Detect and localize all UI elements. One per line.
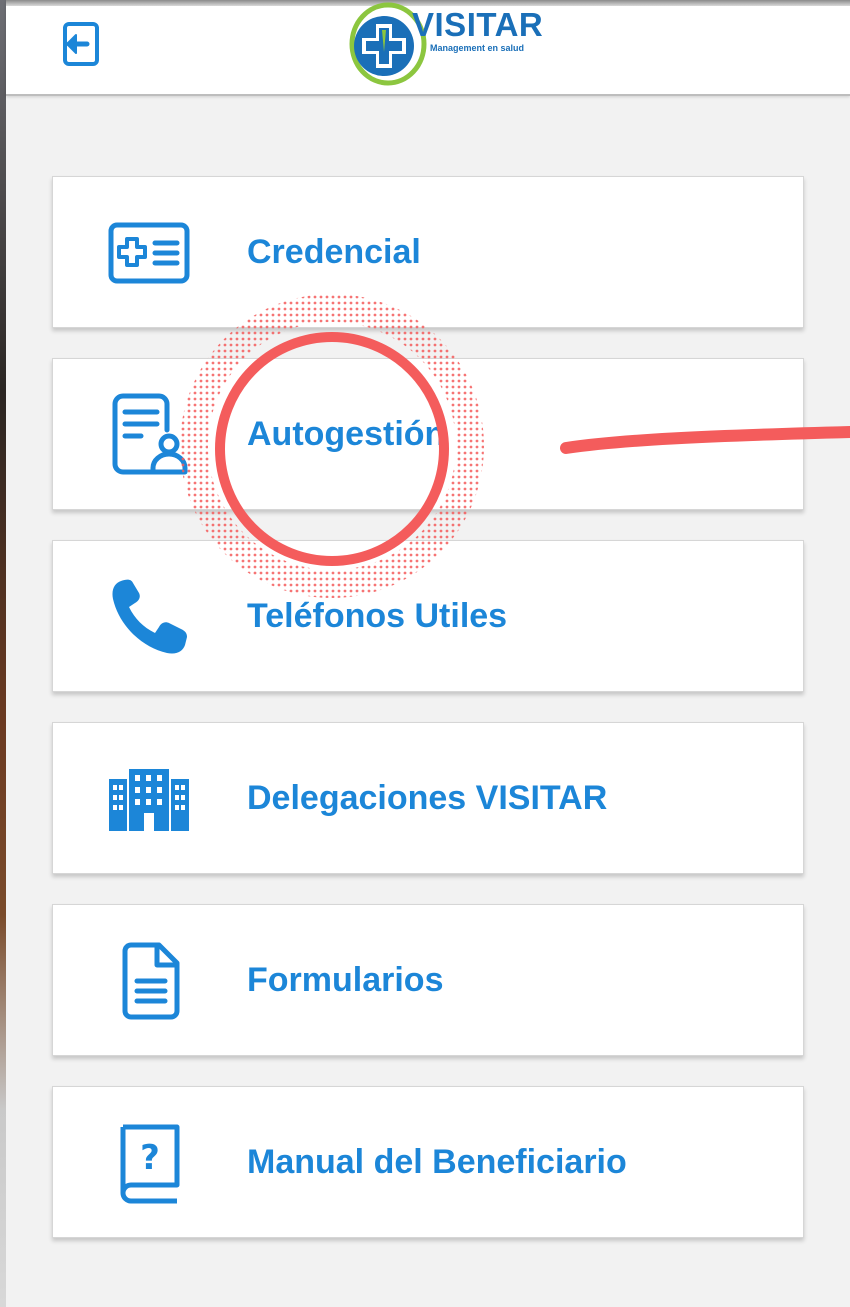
logo-tagline: Management en salud	[430, 43, 525, 53]
logo-text: VISITAR	[412, 6, 544, 43]
svg-text:?: ?	[140, 1138, 160, 1178]
app-header: VISITAR Management en salud	[6, 0, 850, 96]
phone-icon	[107, 579, 191, 654]
logout-button[interactable]	[54, 18, 106, 70]
menu-item-label: Manual del Beneficiario	[247, 1143, 627, 1181]
menu-item-manual[interactable]: ? Manual del Beneficiario	[52, 1086, 804, 1238]
menu-item-label: Delegaciones VISITAR	[247, 779, 608, 817]
help-book-icon: ?	[107, 1124, 191, 1204]
menu-item-label: Teléfonos Utiles	[247, 597, 508, 635]
document-user-icon	[107, 393, 191, 475]
menu-item-telefonos[interactable]: Teléfonos Utiles	[52, 540, 804, 692]
menu-item-label: Autogestión	[247, 415, 446, 453]
document-icon	[107, 942, 191, 1020]
menu-item-delegaciones[interactable]: Delegaciones VISITAR	[52, 722, 804, 874]
medical-card-icon	[107, 217, 191, 289]
logout-icon	[63, 22, 99, 66]
building-icon	[107, 763, 191, 835]
menu-item-credencial[interactable]: Credencial	[52, 176, 804, 328]
menu-item-autogestion[interactable]: Autogestión	[52, 358, 804, 510]
menu-item-label: Formularios	[247, 961, 444, 999]
app-screen: VISITAR Management en salud Credencial A…	[6, 0, 850, 1307]
menu-item-label: Credencial	[247, 233, 421, 271]
menu-item-formularios[interactable]: Formularios	[52, 904, 804, 1056]
